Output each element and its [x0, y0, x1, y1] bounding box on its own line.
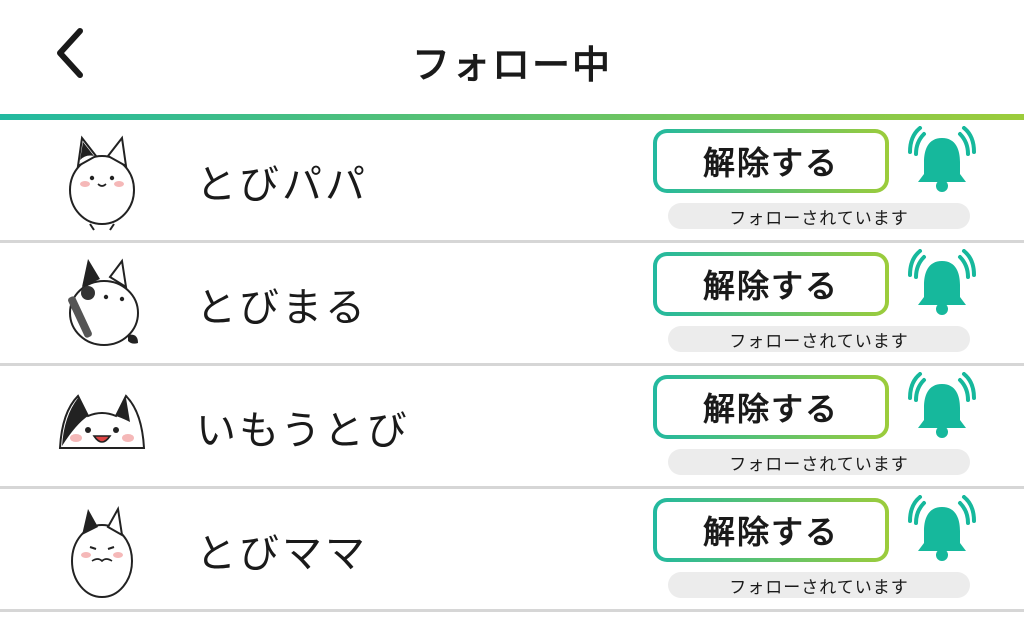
- follow-status-badge: フォローされています: [668, 449, 970, 475]
- bell-ringing-icon[interactable]: [906, 372, 978, 444]
- header-bar: フォロー中: [0, 0, 1024, 114]
- unfollow-button-label: 解除する: [657, 133, 885, 189]
- unfollow-button-label: 解除する: [657, 256, 885, 312]
- unfollow-button[interactable]: 解除する: [653, 498, 889, 562]
- user-name: とびまる: [196, 285, 368, 331]
- cat-shy-avatar: [71, 505, 133, 598]
- user-name: とびパパ: [196, 162, 368, 208]
- list-item: いもうとび 解除する フォローされています: [0, 366, 1024, 489]
- cat-face-avatar: [58, 394, 146, 449]
- unfollow-button[interactable]: 解除する: [653, 252, 889, 316]
- follow-status-badge: フォローされています: [668, 203, 970, 229]
- follow-status-badge: フォローされています: [668, 572, 970, 598]
- follow-list: とびパパ 解除する フォローされています とびまる 解除する フォローされていま…: [0, 120, 1024, 612]
- bell-ringing-icon[interactable]: [906, 495, 978, 567]
- cat-microphone-avatar: [68, 258, 139, 346]
- unfollow-button[interactable]: 解除する: [653, 375, 889, 439]
- bell-ringing-icon[interactable]: [906, 249, 978, 321]
- unfollow-button-label: 解除する: [657, 379, 885, 435]
- list-item: とびママ 解除する フォローされています: [0, 489, 1024, 612]
- page-title: フォロー中: [411, 43, 612, 87]
- unfollow-button-label: 解除する: [657, 502, 885, 558]
- list-item: とびパパ 解除する フォローされています: [0, 120, 1024, 243]
- user-name: いもうとび: [196, 408, 410, 454]
- list-item: とびまる 解除する フォローされています: [0, 243, 1024, 366]
- cat-sitting-avatar: [69, 135, 135, 231]
- user-name: とびママ: [196, 531, 368, 577]
- unfollow-button[interactable]: 解除する: [653, 129, 889, 193]
- bell-ringing-icon[interactable]: [906, 126, 978, 198]
- follow-status-badge: フォローされています: [668, 326, 970, 352]
